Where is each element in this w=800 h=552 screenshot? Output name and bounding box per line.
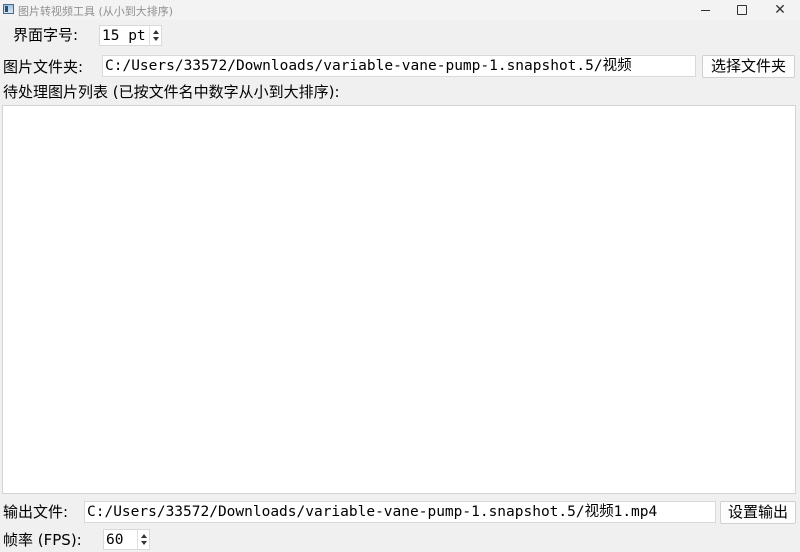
output-file-input[interactable]: C:/Users/33572/Downloads/variable-vane-p… (84, 501, 716, 523)
chevron-down-icon[interactable] (141, 541, 147, 545)
chevron-down-icon[interactable] (153, 37, 159, 41)
font-size-stepper[interactable] (149, 26, 161, 45)
minimize-icon (700, 9, 710, 11)
fps-value: 60 (106, 532, 124, 548)
fps-stepper[interactable] (137, 530, 149, 549)
image-list[interactable] (2, 105, 796, 494)
image-folder-input[interactable]: C:/Users/33572/Downloads/variable-vane-p… (102, 55, 696, 77)
maximize-icon (737, 5, 747, 15)
fps-spinbox[interactable]: 60 (103, 529, 150, 550)
chevron-up-icon[interactable] (153, 30, 159, 34)
window-title: 图片转视频工具 (从小到大排序) (18, 5, 174, 18)
app-window-icon (3, 4, 14, 14)
fps-label: 帧率 (FPS): (3, 531, 82, 549)
maximize-button[interactable] (722, 0, 762, 20)
set-output-button[interactable]: 设置输出 (720, 501, 796, 524)
font-size-spinbox[interactable]: 15 pt (99, 25, 162, 46)
title-bar[interactable]: 图片转视频工具 (从小到大排序) ✕ (0, 0, 800, 20)
font-size-value: 15 pt (102, 28, 146, 44)
image-folder-label: 图片文件夹: (3, 58, 84, 76)
select-folder-button[interactable]: 选择文件夹 (702, 55, 795, 78)
image-list-label: 待处理图片列表 (已按文件名中数字从小到大排序): (3, 83, 340, 101)
close-button[interactable]: ✕ (760, 0, 800, 20)
output-file-label: 输出文件: (3, 503, 69, 521)
minimize-button[interactable] (685, 0, 725, 20)
close-icon: ✕ (774, 2, 786, 18)
chevron-up-icon[interactable] (141, 534, 147, 538)
font-size-label: 界面字号: (13, 26, 79, 44)
main-window: 图片转视频工具 (从小到大排序) ✕ 界面字号: 15 pt 图片文件夹: C:… (0, 0, 800, 552)
